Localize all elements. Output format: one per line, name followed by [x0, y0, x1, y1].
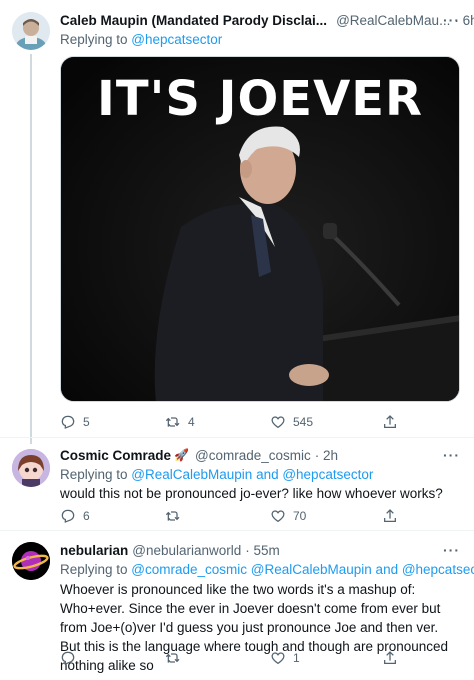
timestamp[interactable]: · 2h — [315, 447, 338, 464]
tweet-cosmic-comrade[interactable]: Cosmic Comrade 🚀 @comrade_cosmic · 2h Re… — [0, 437, 474, 529]
tweet-actions: 1 — [60, 650, 400, 668]
retweet-button[interactable] — [165, 650, 181, 666]
retweet-icon — [165, 653, 180, 663]
avatar-nebularian[interactable] — [12, 542, 50, 580]
tweet-header: nebularian @nebularianworld · 55m — [60, 542, 462, 559]
like-count: 1 — [293, 651, 300, 665]
like-button[interactable]: 545 — [270, 414, 313, 430]
share-icon — [384, 509, 396, 522]
reply-mention-link[interactable]: @RealCalebMaupin and @hepcatsector — [131, 467, 373, 482]
tweet-actions: 5 4 545 — [60, 414, 400, 432]
more-icon[interactable]: ··· — [443, 542, 460, 558]
share-icon — [384, 415, 396, 428]
like-icon — [271, 416, 285, 429]
reply-count: 5 — [83, 415, 90, 429]
reply-icon — [61, 509, 75, 523]
tweet-media-image[interactable]: IT'S JOEVER — [60, 56, 460, 402]
tweet-caleb-header-area: Caleb Maupin (Mandated Parody Disclai...… — [60, 12, 474, 48]
share-button[interactable] — [382, 508, 398, 524]
retweet-icon — [165, 417, 180, 427]
tweet-header: Cosmic Comrade 🚀 @comrade_cosmic · 2h — [60, 447, 462, 464]
like-count: 545 — [293, 415, 314, 429]
replying-to: Replying to @comrade_cosmic @RealCalebMa… — [60, 561, 474, 578]
replying-to: Replying to @hepcatsector — [60, 31, 462, 48]
display-name[interactable]: Caleb Maupin (Mandated Parody Disclai... — [60, 12, 327, 29]
share-button[interactable] — [382, 414, 398, 430]
display-name[interactable]: Cosmic Comrade — [60, 447, 171, 464]
more-icon[interactable]: ··· — [443, 447, 460, 463]
reply-button[interactable]: 5 — [60, 414, 90, 430]
avatar-cosmic-comrade-image — [12, 449, 50, 487]
retweet-icon — [165, 511, 180, 521]
share-button[interactable] — [382, 650, 398, 666]
tweet-text: would this not be pronounced jo-ever? li… — [60, 486, 443, 501]
retweet-button[interactable] — [165, 508, 181, 524]
like-icon — [271, 652, 285, 665]
tweet-header: Caleb Maupin (Mandated Parody Disclai...… — [60, 12, 474, 29]
tweet-caleb[interactable]: Caleb Maupin (Mandated Parody Disclai...… — [0, 0, 474, 444]
user-handle[interactable]: @RealCalebMau... — [336, 12, 450, 29]
avatar-cosmic-comrade[interactable] — [12, 449, 50, 487]
reply-icon — [61, 415, 75, 429]
reply-mention-link[interactable]: @hepcatsector — [131, 32, 222, 47]
tweet-cosmic-content: Cosmic Comrade 🚀 @comrade_cosmic · 2h Re… — [60, 447, 462, 503]
media-caption-text: IT'S JOEVER — [97, 71, 423, 127]
rocket-icon: 🚀 — [174, 448, 189, 462]
thread-line — [30, 54, 32, 444]
reply-button[interactable]: 6 — [60, 508, 90, 524]
replying-to-prefix: Replying to — [60, 32, 132, 47]
reply-count: 6 — [83, 509, 90, 523]
reply-icon — [61, 651, 75, 665]
reply-mention-link[interactable]: @comrade_cosmic @RealCalebMaupin and @he… — [131, 562, 474, 577]
retweet-button[interactable]: 4 — [165, 414, 195, 430]
more-icon[interactable]: ··· — [443, 12, 460, 28]
replying-to-prefix: Replying to — [60, 467, 132, 482]
tweet-nebularian[interactable]: nebularian @nebularianworld · 55m Replyi… — [0, 530, 474, 680]
like-button[interactable]: 70 — [270, 508, 306, 524]
retweet-count: 4 — [188, 415, 195, 429]
reply-button[interactable] — [60, 650, 76, 666]
timestamp[interactable]: · 55m — [245, 542, 280, 559]
tweet-actions: 6 70 — [60, 508, 400, 526]
like-icon — [271, 510, 285, 523]
like-count: 70 — [293, 509, 307, 523]
user-handle[interactable]: @comrade_cosmic — [195, 447, 311, 464]
replying-to-prefix: Replying to — [60, 562, 132, 577]
user-handle[interactable]: @nebularianworld — [132, 542, 241, 559]
like-button[interactable]: 1 — [270, 650, 300, 666]
replying-to: Replying to @RealCalebMaupin and @hepcat… — [60, 466, 462, 483]
share-icon — [384, 651, 396, 664]
avatar-nebularian-image — [12, 542, 50, 580]
avatar-caleb[interactable] — [12, 12, 50, 50]
display-name[interactable]: nebularian — [60, 542, 128, 559]
avatar-caleb-image — [12, 12, 50, 50]
